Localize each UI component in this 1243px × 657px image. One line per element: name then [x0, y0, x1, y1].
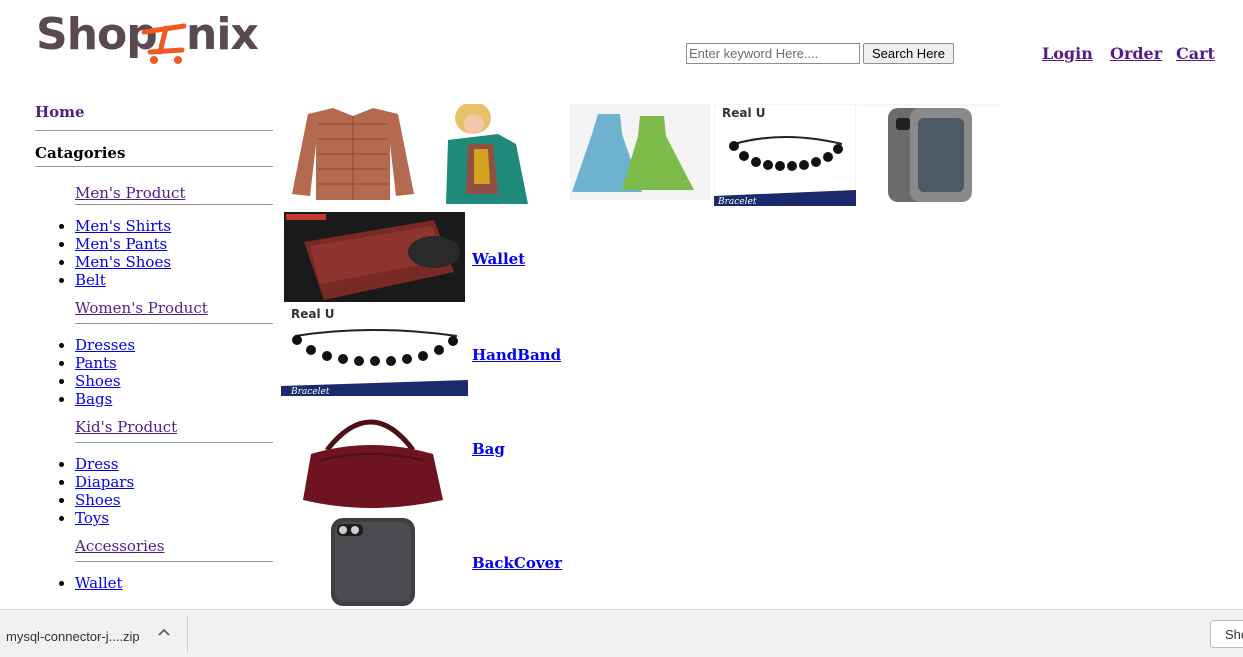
link-mens-pants[interactable]: Men's Pants [75, 235, 167, 253]
link-mens-shirts[interactable]: Men's Shirts [75, 217, 171, 235]
list-item: Belt [75, 271, 273, 289]
download-bar: mysql-connector-j....zip Show all [0, 609, 1243, 657]
category-womens-product[interactable]: Women's Product [75, 289, 273, 323]
search-input[interactable] [686, 43, 860, 64]
list-item: Men's Shoes [75, 253, 273, 271]
show-all-button[interactable]: Show all [1210, 620, 1243, 648]
divider [75, 323, 273, 324]
list-item: Shoes [75, 372, 273, 390]
handband-brand: Real U [291, 307, 335, 321]
banner-kids-dress-image[interactable] [570, 104, 710, 206]
shopnix-logo[interactable]: Shop nix [36, 6, 276, 68]
product-row: Bag [281, 400, 581, 514]
list-item: Shoes [75, 491, 273, 509]
banner-kurti-image[interactable] [438, 102, 548, 206]
list-item: Diapars [75, 473, 273, 491]
link-dresses[interactable]: Dresses [75, 336, 135, 354]
banner-phone-image[interactable] [858, 104, 1000, 206]
product-link-backcover[interactable]: BackCover [472, 554, 562, 572]
categories-heading: Catagories [35, 144, 126, 162]
backcover-image[interactable] [281, 516, 468, 608]
product-link-bag[interactable]: Bag [472, 440, 505, 458]
list-item: Dress [75, 455, 273, 473]
link-wallet[interactable]: Wallet [75, 574, 123, 592]
kids-product-list: Dress Diapars Shoes Toys [35, 455, 273, 527]
wallet-image[interactable] [284, 212, 465, 302]
link-dress[interactable]: Dress [75, 455, 118, 473]
handband-image[interactable]: Real U Bracelet [281, 306, 468, 397]
product-row: Wallet [281, 212, 581, 304]
list-item: Toys [75, 509, 273, 527]
product-link-handband[interactable]: HandBand [472, 346, 561, 364]
list-item: Bags [75, 390, 273, 408]
list-item: Men's Shirts [75, 217, 273, 235]
sidebar: Home Catagories Men's Product Men's Shir… [35, 100, 273, 592]
handband-caption: Bracelet [290, 387, 330, 396]
link-shoes[interactable]: Shoes [75, 372, 121, 390]
mens-product-list: Men's Shirts Men's Pants Men's Shoes Bel… [35, 217, 273, 289]
chevron-up-icon[interactable] [155, 623, 173, 641]
list-item: Wallet [75, 574, 273, 592]
link-mens-shoes[interactable]: Men's Shoes [75, 253, 171, 271]
home-link[interactable]: Home [35, 103, 85, 121]
divider [187, 616, 188, 652]
product-row: Real U Bracelet HandBand [281, 306, 581, 398]
link-kids-shoes[interactable]: Shoes [75, 491, 121, 509]
svg-text:nix: nix [186, 9, 258, 60]
list-item: Dresses [75, 336, 273, 354]
womens-product-list: Dresses Pants Shoes Bags [35, 336, 273, 408]
list-item: Pants [75, 354, 273, 372]
link-belt[interactable]: Belt [75, 271, 106, 289]
divider [75, 204, 273, 205]
divider [75, 442, 273, 443]
cart-link[interactable]: Cart [1176, 44, 1215, 63]
product-link-wallet[interactable]: Wallet [472, 250, 525, 268]
banner-bracelet-caption: Bracelet [717, 197, 757, 206]
list-item: Men's Pants [75, 235, 273, 253]
category-kids-product[interactable]: Kid's Product [75, 408, 273, 442]
download-filename[interactable]: mysql-connector-j....zip [6, 629, 140, 644]
svg-text:Shop: Shop [36, 9, 157, 60]
order-link[interactable]: Order [1110, 44, 1162, 63]
product-row: BackCover [281, 516, 581, 608]
banner-shirt-image[interactable] [278, 104, 428, 206]
divider [75, 561, 273, 562]
bag-image[interactable] [281, 400, 468, 514]
search-button[interactable]: Search Here [863, 43, 954, 64]
category-accessories[interactable]: Accessories [75, 527, 273, 561]
category-mens-product[interactable]: Men's Product [75, 167, 273, 204]
login-link[interactable]: Login [1042, 44, 1093, 63]
banner-strip: Real U Bracelet [278, 102, 1000, 207]
accessories-list: Wallet [35, 574, 273, 592]
link-pants[interactable]: Pants [75, 354, 117, 372]
link-bags[interactable]: Bags [75, 390, 112, 408]
banner-bracelet-image[interactable]: Real U Bracelet [713, 103, 857, 207]
banner-bracelet-brand: Real U [722, 106, 766, 120]
link-toys[interactable]: Toys [75, 509, 109, 527]
link-diapars[interactable]: Diapars [75, 473, 134, 491]
